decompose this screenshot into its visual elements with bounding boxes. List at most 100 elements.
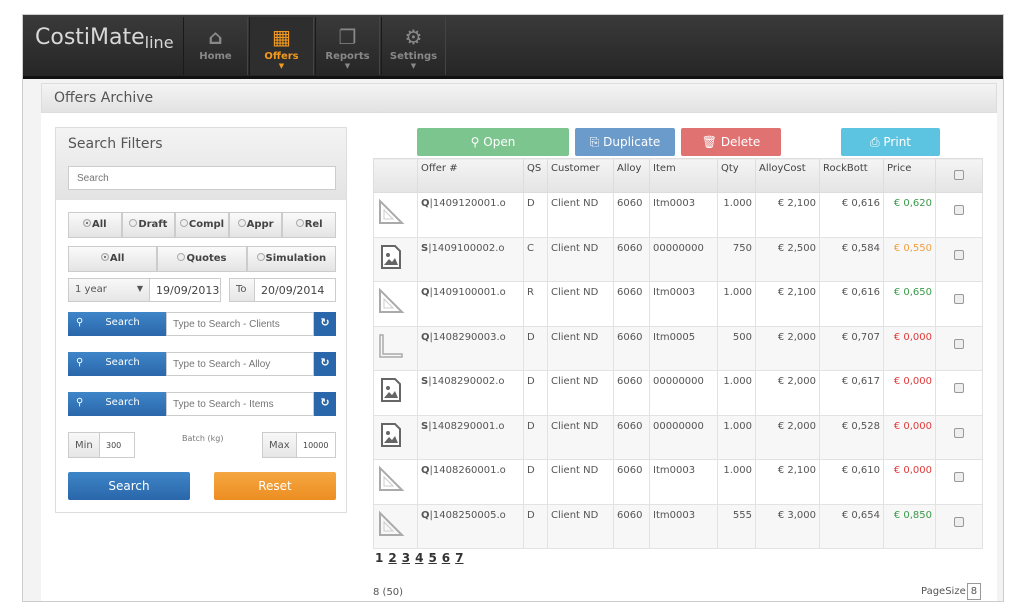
col-header[interactable]: Alloy xyxy=(613,158,650,193)
offer-number[interactable]: |1408290003.o xyxy=(430,332,506,343)
delete-button[interactable]: 🗑 Delete xyxy=(681,128,781,156)
table-row[interactable]: S|1408290002.o D Client ND 6060 00000000… xyxy=(373,370,983,416)
table-row[interactable]: Q|1408290003.o D Client ND 6060 Itm0005 … xyxy=(373,325,983,371)
status-radio-compl[interactable]: Compl xyxy=(175,212,229,238)
col-header[interactable]: Customer xyxy=(547,158,614,193)
reset-items-icon[interactable]: ↻ xyxy=(314,392,336,416)
customer-cell: Client ND xyxy=(547,503,614,549)
type-radio-simulation[interactable]: Simulation xyxy=(246,246,336,272)
min-batch-input[interactable]: 300 xyxy=(99,432,135,458)
price-cell: € 0,850 xyxy=(883,503,936,549)
alloy-cell: 6060 xyxy=(613,325,650,371)
row-checkbox[interactable] xyxy=(954,516,964,527)
table-row[interactable]: Q|1409120001.o D Client ND 6060 Itm0003 … xyxy=(373,192,983,238)
reset-alloy-icon[interactable]: ↻ xyxy=(314,352,336,376)
offer-number[interactable]: |1409100001.o xyxy=(430,287,506,298)
search-clients-button[interactable]: ⚲ Search xyxy=(68,312,166,336)
status-radio-all[interactable]: All xyxy=(68,212,122,238)
offer-number[interactable]: |1409120001.o xyxy=(430,198,506,209)
page-title: Offers Archive xyxy=(41,83,997,113)
nav-offers[interactable]: ▦ Offers ▼ xyxy=(249,17,314,75)
max-batch-input[interactable]: 10000 xyxy=(296,432,336,458)
filter-search-input[interactable] xyxy=(68,166,336,190)
offer-type: Q xyxy=(421,331,430,343)
col-header[interactable]: Price xyxy=(883,158,936,193)
nav-home[interactable]: ⌂ Home xyxy=(183,17,248,75)
page-link[interactable]: 4 xyxy=(415,551,423,565)
items-search-input[interactable] xyxy=(166,392,314,416)
offer-type: Q xyxy=(421,287,430,298)
alloy-cell: 6060 xyxy=(613,281,650,327)
alloycost-cell: € 2,000 xyxy=(755,414,820,460)
duplicate-button[interactable]: ⎘ Duplicate xyxy=(575,128,675,156)
duplicate-icon: ⎘ xyxy=(589,135,604,149)
open-button[interactable]: ⚲ Open xyxy=(417,128,569,156)
col-header[interactable]: Qty xyxy=(717,158,756,193)
col-header[interactable]: RockBott xyxy=(819,158,884,193)
offer-number[interactable]: |1408290001.o xyxy=(428,421,504,432)
date-to-input[interactable]: 20/09/2014 xyxy=(254,278,336,302)
col-header[interactable]: Item xyxy=(649,158,718,193)
page-link[interactable]: 7 xyxy=(455,551,463,565)
caret-down-icon: ▼ xyxy=(344,62,351,70)
alloy-cell: 6060 xyxy=(613,236,650,282)
clients-search-input[interactable] xyxy=(166,312,314,336)
search-items-button[interactable]: ⚲ Search xyxy=(68,392,166,416)
offer-number[interactable]: |1409100002.o xyxy=(428,243,504,254)
status-radio-appr[interactable]: Appr xyxy=(228,212,283,238)
col-header[interactable]: QS xyxy=(523,158,548,193)
col-header[interactable]: AlloyCost xyxy=(755,158,820,193)
alloy-search-input[interactable] xyxy=(166,352,314,376)
date-from-input[interactable]: 19/09/2013 xyxy=(149,278,221,302)
table-row[interactable]: Q|1408250005.o D Client ND 6060 Itm0003 … xyxy=(373,503,983,549)
page-link[interactable]: 5 xyxy=(428,551,436,565)
row-checkbox[interactable] xyxy=(954,472,964,482)
item-cell: Itm0005 xyxy=(649,325,718,371)
page-link[interactable]: 1 xyxy=(375,551,383,565)
search-filters-panel: Search Filters AllDraftComplApprRel AllQ… xyxy=(55,127,347,513)
select-all-checkbox[interactable] xyxy=(954,170,964,180)
offer-number[interactable]: |1408250005.o xyxy=(430,510,506,521)
page-link[interactable]: 2 xyxy=(388,551,396,565)
type-radio-all[interactable]: All xyxy=(68,246,158,272)
row-checkbox[interactable] xyxy=(954,427,964,438)
qs-cell: D xyxy=(523,459,548,505)
table-row[interactable]: S|1409100002.o C Client ND 6060 00000000… xyxy=(373,236,983,282)
gear-icon: ⚙ xyxy=(404,25,423,49)
reset-clients-icon[interactable]: ↻ xyxy=(314,312,336,336)
radio-icon xyxy=(179,219,188,227)
page-link[interactable]: 3 xyxy=(402,551,410,565)
status-radio-rel[interactable]: Rel xyxy=(282,212,336,238)
min-label: Min xyxy=(68,432,100,458)
batch-label: Batch (kg) xyxy=(182,434,224,443)
page-size-input[interactable]: 8 xyxy=(966,583,982,600)
col-header[interactable]: Offer # xyxy=(417,158,524,193)
type-radio-quotes[interactable]: Quotes xyxy=(157,246,247,272)
search-alloy-button[interactable]: ⚲ Search xyxy=(68,352,166,376)
offer-number[interactable]: |1408260001.o xyxy=(430,465,506,476)
qty-cell: 750 xyxy=(717,236,756,282)
row-checkbox[interactable] xyxy=(954,294,964,304)
table-row[interactable]: Q|1408260001.o D Client ND 6060 Itm0003 … xyxy=(373,459,983,505)
row-checkbox[interactable] xyxy=(954,205,964,215)
offer-number[interactable]: |1408290002.o xyxy=(428,376,504,387)
table-row[interactable]: S|1408290001.o D Client ND 6060 00000000… xyxy=(373,414,983,460)
row-checkbox[interactable] xyxy=(954,338,964,349)
nav-reports[interactable]: ❐ Reports ▼ xyxy=(315,17,380,75)
status-radio-draft[interactable]: Draft xyxy=(121,212,176,238)
print-button[interactable]: ⎙ Print xyxy=(841,128,940,156)
period-select[interactable]: 1 year ▼ xyxy=(68,278,150,302)
qs-cell: D xyxy=(523,503,548,549)
row-checkbox[interactable] xyxy=(954,249,964,260)
search-button[interactable]: Search xyxy=(68,472,190,500)
price-cell: € 0,000 xyxy=(883,370,936,416)
page-link[interactable]: 6 xyxy=(442,551,450,565)
top-nav: CostiMateline ⌂ Home ▦ Offers ▼ ❐ Reports ▼ ⚙ Set… xyxy=(23,15,1003,79)
nav-settings[interactable]: ⚙ Settings ▼ xyxy=(381,17,446,75)
alloy-cell: 6060 xyxy=(613,192,650,238)
table-row[interactable]: Q|1409100001.o R Client ND 6060 Itm0003 … xyxy=(373,281,983,327)
qty-cell: 500 xyxy=(717,325,756,371)
row-checkbox[interactable] xyxy=(954,383,964,393)
reset-button[interactable]: Reset xyxy=(214,472,336,500)
item-cell: 00000000 xyxy=(649,236,718,282)
